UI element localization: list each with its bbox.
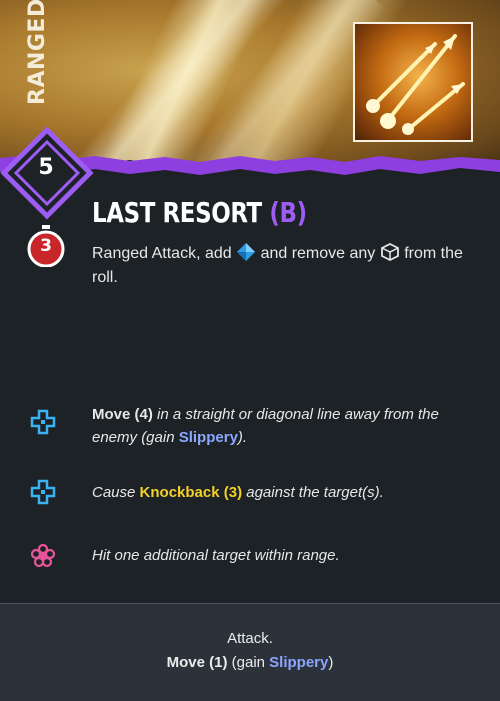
footer-keyword-slippery: Slippery (269, 654, 329, 671)
augment-additional-target-text: Hit one additional target within range. (92, 547, 340, 564)
keyword-slippery: Slippery (178, 429, 238, 446)
outline-die-icon (380, 242, 399, 262)
triple-arrows-icon (353, 22, 473, 142)
footer-text1: (gain (227, 654, 270, 671)
category-label: RANGED (25, 0, 50, 105)
augment-move-text2: ). (237, 429, 248, 446)
blue-cross-icon (30, 409, 56, 435)
initiative-cost: 5 (38, 155, 54, 180)
footer-text2: ) (328, 654, 334, 671)
ability-card[interactable]: RANGED 5 3 LAST RESORT (B) Ranged Attack… (0, 0, 500, 701)
augment-move-bold: Move (4) (92, 406, 153, 423)
main-text-part1: Ranged Attack, add (92, 245, 232, 262)
augment-move: Move (4) in a straight or diagonal line … (30, 403, 470, 453)
pink-flower-icon (30, 543, 56, 568)
augment-knockback-text: Cause Knockback (3) against the target(s… (92, 481, 462, 504)
card-title-tag: (B) (269, 196, 307, 229)
blue-cross-icon (30, 479, 56, 505)
main-text-part2: and remove any (260, 245, 376, 262)
footer-line-1: Attack. (227, 630, 273, 647)
card-footer: Attack. Move (1) (gain Slippery) (0, 603, 500, 701)
augment-move-text: Move (4) in a straight or diagonal line … (92, 403, 462, 449)
augment-additional-target: Hit one additional target within range. (30, 543, 470, 574)
timer-value: 3 (40, 236, 52, 256)
card-title-text: LAST RESORT (92, 196, 262, 229)
keyword-knockback: Knockback (3) (139, 484, 243, 501)
augment-knockback-text1: Cause (92, 484, 140, 501)
augment-knockback-text2: against the target(s). (242, 484, 384, 501)
footer-line-2: Move (1) (gain Slippery) (0, 654, 500, 671)
card-title: LAST RESORT (B) (92, 196, 307, 229)
main-ability-text: Ranged Attack, add and remove any from t… (92, 242, 477, 290)
augment-knockback: Cause Knockback (3) against the target(s… (30, 479, 470, 511)
footer-move-bold: Move (1) (166, 654, 228, 671)
blue-die-icon (237, 243, 256, 261)
